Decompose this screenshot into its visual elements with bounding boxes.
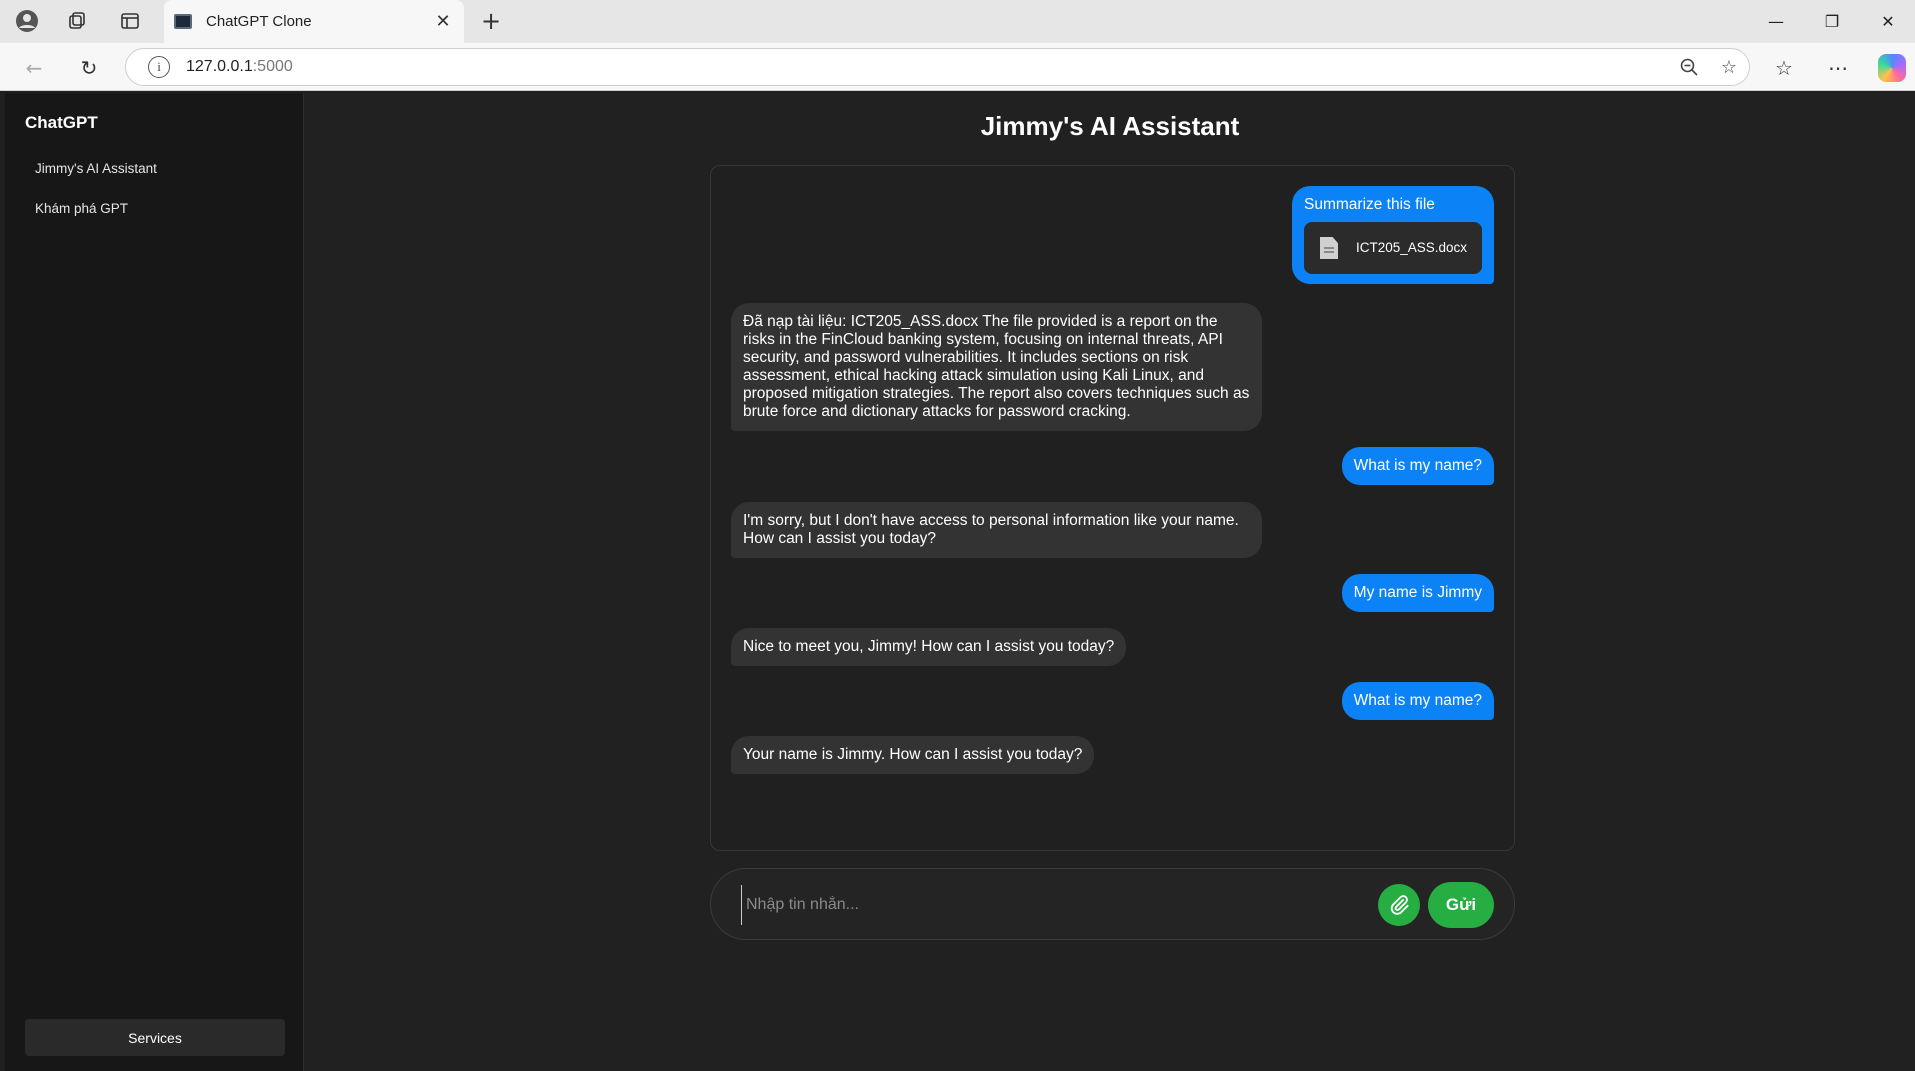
close-window-button[interactable]: ✕ — [1866, 6, 1910, 36]
message-text: What is my name? — [1353, 692, 1482, 709]
user-message: What is my name? — [1341, 447, 1494, 485]
sidebar: ChatGPT Jimmy's AI Assistant Khám phá GP… — [5, 93, 304, 1071]
copilot-icon[interactable] — [1878, 54, 1906, 82]
page-title: Jimmy's AI Assistant — [980, 111, 1240, 141]
info-icon[interactable]: i — [148, 56, 170, 78]
assistant-message: Nice to meet you, Jimmy! How can I assis… — [731, 628, 1127, 666]
plus-icon[interactable]: + — [476, 6, 506, 36]
app-window: ChatGPT Jimmy's AI Assistant Khám phá GP… — [5, 93, 1915, 1071]
document-icon — [1320, 237, 1338, 259]
message-input[interactable] — [741, 885, 1241, 925]
close-icon[interactable]: ✕ — [428, 7, 458, 37]
user-message: What is my name? — [1341, 682, 1494, 720]
favorites-list-icon[interactable]: ☆ — [1768, 52, 1800, 84]
url-host: 127.0.0.1 — [186, 58, 253, 75]
message-text: Summarize this file — [1304, 196, 1435, 213]
minimize-button[interactable]: — — [1754, 6, 1798, 36]
refresh-icon[interactable]: ↻ — [73, 52, 105, 84]
address-bar[interactable]: i 127.0.0.1:5000 ☆ — [125, 48, 1750, 86]
browser-tab-active[interactable]: ChatGPT Clone ✕ — [164, 0, 464, 43]
browser-tab-strip: ChatGPT Clone ✕ + — ❐ ✕ — [0, 0, 1915, 43]
profile-icon[interactable] — [12, 6, 42, 36]
services-button[interactable]: Services — [25, 1019, 285, 1056]
collections-icon[interactable] — [62, 6, 92, 36]
sidebar-item-kham-pha-gpt[interactable]: Khám phá GPT — [35, 201, 128, 216]
paperclip-icon[interactable] — [1378, 884, 1420, 926]
send-button[interactable]: Gửi — [1428, 882, 1494, 928]
message-text: Your name is Jimmy. How can I assist you… — [743, 746, 1083, 763]
user-message: My name is Jimmy — [1341, 574, 1494, 612]
url-port: :5000 — [252, 58, 293, 75]
browser-toolbar: ← ↻ i 127.0.0.1:5000 ☆ ☆ ⋯ — [0, 43, 1915, 91]
user-message: Summarize this file ICT205_ASS.docx — [1292, 186, 1494, 284]
assistant-message: Your name is Jimmy. How can I assist you… — [731, 736, 1095, 774]
star-icon[interactable]: ☆ — [1709, 48, 1749, 86]
tab-title: ChatGPT Clone — [206, 13, 312, 30]
sidebar-title: ChatGPT — [25, 113, 98, 132]
arrow-left-icon[interactable]: ← — [18, 52, 50, 84]
assistant-message: Đã nạp tài liệu: ICT205_ASS.docx The fil… — [731, 303, 1262, 431]
terminal-favicon-icon — [174, 14, 192, 29]
restore-button[interactable]: ❐ — [1810, 6, 1854, 36]
more-icon[interactable]: ⋯ — [1822, 52, 1854, 84]
assistant-message: I'm sorry, but I don't have access to pe… — [731, 502, 1262, 558]
message-text: Đã nạp tài liệu: ICT205_ASS.docx The fil… — [743, 313, 1250, 420]
file-attachment[interactable]: ICT205_ASS.docx — [1304, 222, 1482, 274]
chat-window[interactable]: Summarize this file ICT205_ASS.docx Đã n… — [710, 165, 1515, 851]
message-text: I'm sorry, but I don't have access to pe… — [743, 512, 1239, 547]
sidebar-tab-icon[interactable] — [115, 6, 145, 36]
message-text: What is my name? — [1353, 457, 1482, 474]
sidebar-item-jimmys-ai-assistant[interactable]: Jimmy's AI Assistant — [35, 161, 157, 176]
url-text[interactable]: 127.0.0.1:5000 — [186, 58, 1669, 76]
file-name: ICT205_ASS.docx — [1356, 240, 1468, 255]
message-composer: Gửi — [710, 868, 1515, 940]
zoom-out-icon[interactable] — [1669, 48, 1709, 86]
message-text: Nice to meet you, Jimmy! How can I assis… — [743, 638, 1115, 655]
message-text: My name is Jimmy — [1353, 584, 1482, 601]
